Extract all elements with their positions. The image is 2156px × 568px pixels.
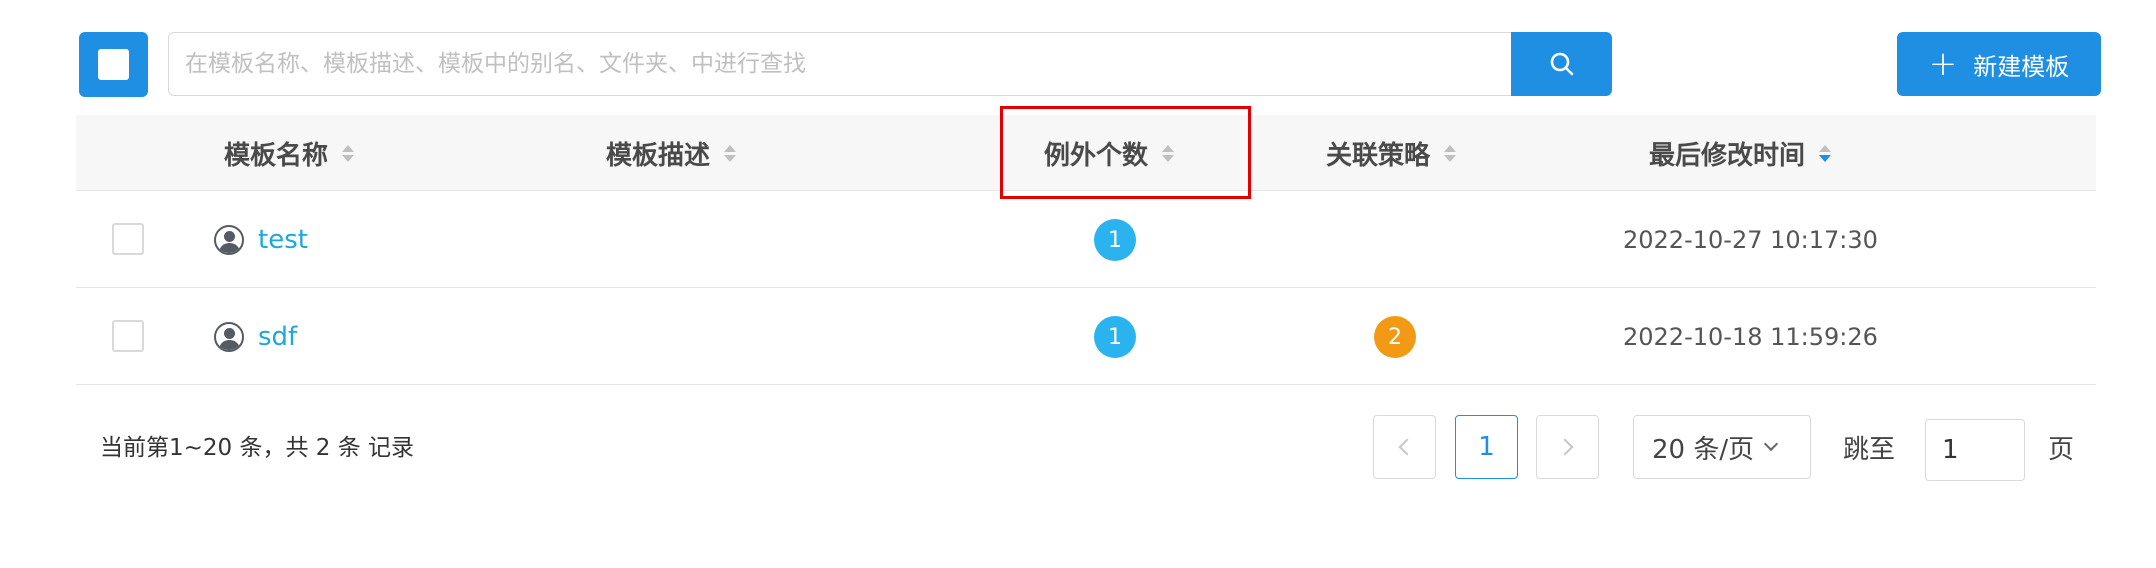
exception-count-badge[interactable]: 1 xyxy=(1094,219,1136,261)
column-header-template-name[interactable]: 模板名称 xyxy=(224,115,355,191)
chevron-down-icon xyxy=(1764,436,1779,452)
column-header-label: 模板描述 xyxy=(606,140,711,171)
template-name-link[interactable]: sdf xyxy=(258,289,297,385)
page-size-select[interactable]: 20 条/页 xyxy=(1633,415,1811,479)
row-checkbox[interactable] xyxy=(112,320,144,352)
column-header-linked-policies[interactable]: 关联策略 xyxy=(1326,115,1457,191)
sort-icon[interactable] xyxy=(342,144,355,162)
page-suffix: 页 xyxy=(2048,434,2075,465)
column-header-template-description[interactable]: 模板描述 xyxy=(606,115,737,191)
search-button[interactable] xyxy=(1511,32,1612,96)
chevron-left-icon xyxy=(1398,438,1416,456)
prev-page-button[interactable] xyxy=(1373,415,1436,479)
search-input[interactable] xyxy=(168,32,1512,96)
jump-page-input[interactable] xyxy=(1925,419,2025,481)
new-template-label: 新建模板 xyxy=(1973,52,2070,81)
sort-icon[interactable] xyxy=(724,144,737,162)
checkbox-icon xyxy=(98,49,129,80)
chevron-right-icon xyxy=(1556,438,1574,456)
search-icon xyxy=(1550,52,1573,76)
highlight-box xyxy=(1000,106,1251,199)
template-name-link[interactable]: test xyxy=(258,192,308,288)
next-page-button[interactable] xyxy=(1536,415,1599,479)
jump-label: 跳至 xyxy=(1843,434,1896,465)
column-header-last-modified[interactable]: 最后修改时间 xyxy=(1649,115,1832,191)
modified-time: 2022-10-27 10:17:30 xyxy=(1623,226,1878,254)
table-row[interactable]: test 1 2022-10-27 10:17:30 xyxy=(76,192,2096,288)
exception-count-badge[interactable]: 1 xyxy=(1094,316,1136,358)
column-header-label: 最后修改时间 xyxy=(1649,140,1806,171)
plus-icon: + xyxy=(1928,44,1958,84)
user-icon xyxy=(214,225,244,255)
record-info: 当前第1~20 条，共 2 条 记录 xyxy=(100,435,415,461)
sort-icon[interactable] xyxy=(1444,144,1457,162)
sort-icon-active[interactable] xyxy=(1819,144,1832,162)
page-size-label: 20 条/页 xyxy=(1652,434,1755,465)
column-header-label: 关联策略 xyxy=(1326,140,1431,171)
row-checkbox[interactable] xyxy=(112,223,144,255)
linked-policies-badge[interactable]: 2 xyxy=(1374,316,1416,358)
page-number-button[interactable]: 1 xyxy=(1455,415,1518,479)
user-icon xyxy=(214,322,244,352)
column-header-label: 模板名称 xyxy=(224,140,329,171)
select-all-button[interactable] xyxy=(79,32,148,97)
table-row[interactable]: sdf 1 2 2022-10-18 11:59:26 xyxy=(76,289,2096,385)
modified-time: 2022-10-18 11:59:26 xyxy=(1623,323,1878,351)
new-template-button[interactable]: + 新建模板 xyxy=(1897,32,2101,96)
